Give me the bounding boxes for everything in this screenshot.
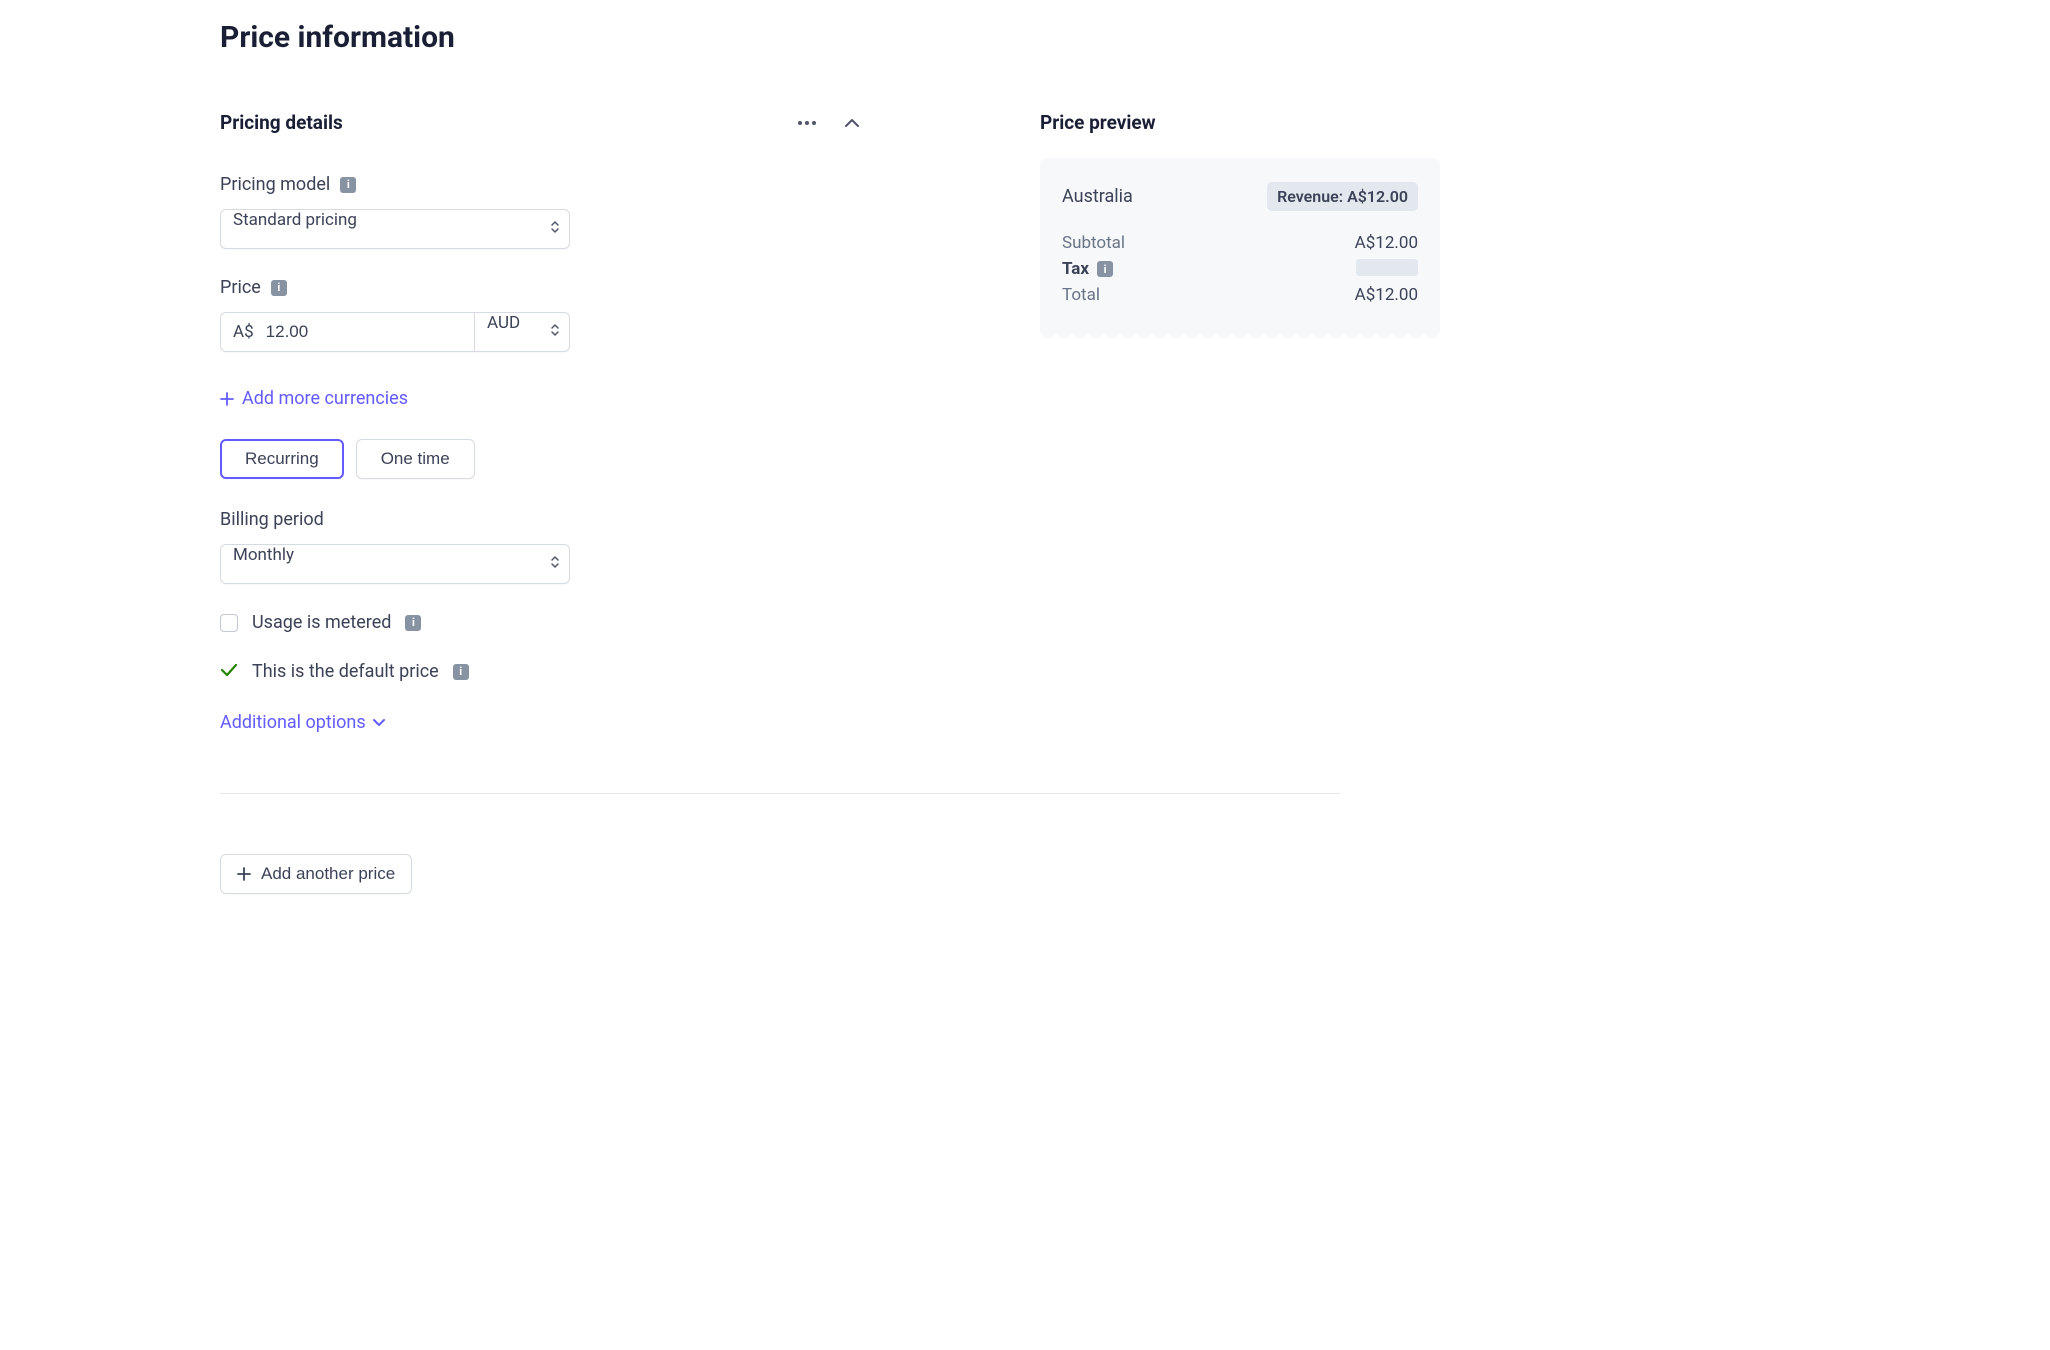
add-another-price-button[interactable]: Add another price bbox=[220, 854, 412, 894]
pricing-details-heading: Pricing details bbox=[220, 111, 343, 134]
pricing-model-select[interactable]: Standard pricing bbox=[220, 209, 570, 249]
additional-options-link[interactable]: Additional options bbox=[220, 712, 860, 733]
price-input[interactable] bbox=[266, 322, 462, 342]
total-label: Total bbox=[1062, 285, 1100, 305]
currency-select[interactable]: AUD bbox=[474, 312, 570, 352]
plus-icon bbox=[237, 867, 251, 881]
recurring-toggle[interactable]: Recurring bbox=[220, 439, 344, 479]
price-preview-heading: Price preview bbox=[1040, 111, 1440, 134]
section-divider bbox=[220, 793, 1340, 794]
more-icon[interactable] bbox=[798, 121, 816, 125]
tax-label: Tax bbox=[1062, 259, 1089, 279]
info-icon[interactable]: i bbox=[271, 280, 287, 296]
onetime-toggle[interactable]: One time bbox=[356, 439, 475, 479]
price-label: Price bbox=[220, 277, 261, 298]
pricing-model-label: Pricing model bbox=[220, 174, 330, 195]
total-value: A$12.00 bbox=[1355, 285, 1418, 305]
add-currencies-link[interactable]: Add more currencies bbox=[220, 388, 860, 409]
page-title: Price information bbox=[220, 20, 2050, 55]
preview-country: Australia bbox=[1062, 186, 1133, 207]
collapse-icon[interactable] bbox=[844, 118, 860, 128]
billing-period-select[interactable]: Monthly bbox=[220, 544, 570, 584]
info-icon[interactable]: i bbox=[340, 177, 356, 193]
metered-label: Usage is metered bbox=[252, 612, 391, 633]
info-icon[interactable]: i bbox=[405, 615, 421, 631]
check-icon bbox=[220, 661, 238, 682]
metered-checkbox[interactable] bbox=[220, 614, 238, 632]
tax-value-placeholder bbox=[1356, 259, 1418, 276]
subtotal-value: A$12.00 bbox=[1355, 233, 1418, 253]
billing-period-label: Billing period bbox=[220, 509, 324, 530]
info-icon[interactable]: i bbox=[453, 664, 469, 680]
default-price-label: This is the default price bbox=[252, 661, 439, 682]
info-icon[interactable]: i bbox=[1097, 261, 1113, 277]
chevron-down-icon bbox=[372, 718, 386, 727]
currency-prefix: A$ bbox=[233, 322, 254, 342]
pricing-details-panel: Pricing details Pricing model i Standard… bbox=[220, 111, 860, 733]
price-preview-card: Australia Revenue: A$12.00 Subtotal A$12… bbox=[1040, 158, 1440, 339]
subtotal-label: Subtotal bbox=[1062, 233, 1125, 253]
price-preview-panel: Price preview Australia Revenue: A$12.00… bbox=[1040, 111, 1440, 339]
revenue-badge: Revenue: A$12.00 bbox=[1267, 182, 1418, 211]
